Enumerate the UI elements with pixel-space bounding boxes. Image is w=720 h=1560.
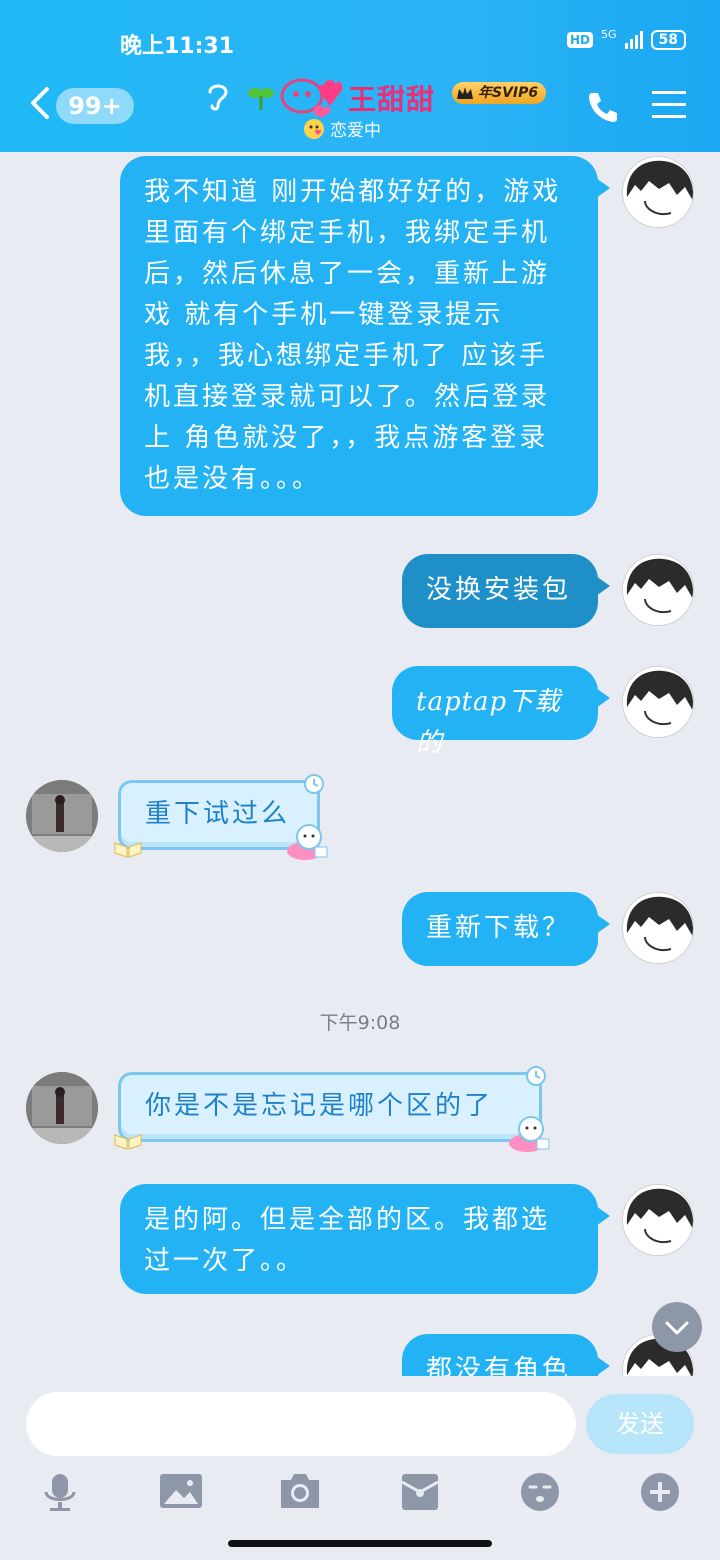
contact-name: 王甜甜: [348, 83, 436, 116]
message-text: 是的阿。但是全部的区。我都选过一次了。。: [144, 1205, 551, 1276]
svip-label: 年SVIP6: [478, 85, 539, 101]
clock-sticker-icon: [304, 774, 324, 794]
hd-icon: HD: [566, 32, 593, 48]
plus-icon[interactable]: [640, 1472, 680, 1512]
image-icon[interactable]: [160, 1472, 202, 1510]
emoji-icon[interactable]: [520, 1472, 560, 1512]
my-avatar[interactable]: [622, 666, 694, 738]
mascot-sticker-icon: [287, 824, 328, 860]
message-bubble[interactable]: 我不知道 刚开始都好好的，游戏里面有个绑定手机，我绑定手机后，然后休息了一会，重…: [120, 156, 610, 516]
book-sticker-icon: [114, 842, 142, 858]
send-button[interactable]: 发送: [586, 1394, 694, 1454]
signal-icon: [624, 31, 643, 49]
sprout-icon: [248, 88, 274, 110]
message-text: 我不知道 刚开始都好好的，游戏里面有个绑定手机，我绑定手机后，然后休息了一会，重…: [144, 177, 562, 494]
message-text: 你是不是忘记是哪个区的了: [145, 1091, 494, 1121]
menu-icon[interactable]: [652, 90, 686, 120]
book-sticker-icon: [114, 1134, 142, 1150]
message-bubble[interactable]: 重下试过么: [114, 774, 328, 860]
mascot-sticker-icon: [509, 1116, 550, 1152]
message-text: 重下试过么: [145, 799, 291, 829]
time-separator: 下午9:08: [319, 1012, 401, 1034]
unread-badge[interactable]: 99+: [56, 88, 134, 124]
svip-badge: 年SVIP6: [452, 82, 547, 104]
message-input[interactable]: [26, 1392, 576, 1456]
input-bar: 发送: [0, 1376, 720, 1560]
microphone-icon[interactable]: [42, 1472, 78, 1512]
status-time: 晚上11:31: [120, 34, 235, 59]
message-text: 没换安装包: [426, 575, 572, 605]
home-indicator[interactable]: [228, 1540, 492, 1547]
back-icon[interactable]: [28, 86, 52, 120]
love-emoji-icon: [304, 118, 324, 139]
chat-header: 晚上11:31 HD 5G 58 99+ 王甜甜 年SVIP6 恋爱中: [0, 0, 720, 152]
scroll-to-bottom-button[interactable]: [652, 1302, 702, 1352]
status-icons: HD 5G 58: [566, 27, 686, 50]
ear-icon: [208, 84, 228, 111]
my-avatar[interactable]: [622, 892, 694, 964]
red-packet-icon[interactable]: [402, 1472, 438, 1512]
phone-icon[interactable]: [586, 90, 620, 124]
message-bubble[interactable]: 你是不是忘记是哪个区的了: [114, 1066, 550, 1152]
chevron-down-icon: [665, 1321, 689, 1335]
contact-avatar[interactable]: [26, 1072, 98, 1144]
message-text: taptap下载的: [416, 687, 562, 758]
message-list[interactable]: 我不知道 刚开始都好好的，游戏里面有个绑定手机，我绑定手机后，然后休息了一会，重…: [0, 152, 720, 1376]
crown-icon: [457, 87, 473, 99]
message-bubble[interactable]: 是的阿。但是全部的区。我都选过一次了。。: [120, 1184, 610, 1294]
message-bubble[interactable]: taptap下载的: [392, 666, 610, 758]
message-bubble[interactable]: 重新下载？: [402, 892, 610, 966]
network-label: 5G: [600, 27, 617, 41]
my-avatar[interactable]: [622, 554, 694, 626]
contact-title[interactable]: 王甜甜 年SVIP6 恋爱中: [200, 70, 550, 141]
battery-icon: 58: [650, 30, 686, 50]
message-text: 都没有角色: [426, 1355, 572, 1376]
contact-status-text: 恋爱中: [330, 121, 381, 141]
message-bubble[interactable]: 没换安装包: [402, 554, 610, 628]
contact-status: 恋爱中: [304, 116, 381, 141]
love-face-icon: [280, 78, 343, 118]
my-avatar[interactable]: [622, 1184, 694, 1256]
message-text: 重新下载？: [426, 913, 572, 943]
my-avatar[interactable]: [622, 156, 694, 228]
message-bubble[interactable]: 都没有角色: [402, 1334, 610, 1376]
camera-icon[interactable]: [279, 1472, 321, 1510]
clock-sticker-icon: [526, 1066, 546, 1086]
contact-avatar[interactable]: [26, 780, 98, 852]
